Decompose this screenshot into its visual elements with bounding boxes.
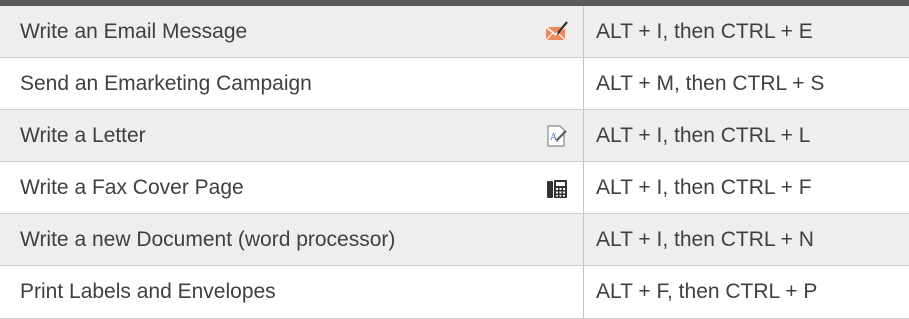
action-label: Send an Emarketing Campaign	[20, 71, 312, 95]
action-cell: Write a new Document (word processor)	[0, 214, 584, 265]
shortcut-label: ALT + I, then CTRL + F	[596, 175, 812, 199]
action-label: Write a Fax Cover Page	[20, 175, 244, 199]
shortcut-cell: ALT + I, then CTRL + E	[584, 6, 909, 57]
fax-icon	[545, 176, 569, 200]
action-label: Write a Letter	[20, 123, 146, 147]
shortcut-label: ALT + F, then CTRL + P	[596, 280, 818, 303]
table-row: Print Labels and Envelopes ALT + F, then…	[0, 266, 909, 319]
table-row: Write a Letter A ALT + I, then CTRL + L	[0, 110, 909, 162]
action-label: Print Labels and Envelopes	[20, 280, 276, 303]
table-row: Send an Emarketing Campaign ALT + M, the…	[0, 58, 909, 110]
letter-icon: A	[545, 124, 569, 148]
action-cell: Write an Email Message	[0, 6, 584, 57]
table-row: Write a Fax Cover Page ALT + I, then CTR…	[0, 162, 909, 214]
shortcut-cell: ALT + I, then CTRL + N	[584, 214, 909, 265]
shortcut-table: Write an Email Message ALT + I, then CTR…	[0, 0, 909, 319]
action-label: Write a new Document (word processor)	[20, 227, 396, 251]
shortcut-label: ALT + I, then CTRL + E	[596, 19, 813, 43]
shortcut-label: ALT + M, then CTRL + S	[596, 71, 825, 95]
email-icon	[545, 20, 569, 44]
shortcut-label: ALT + I, then CTRL + L	[596, 123, 811, 147]
shortcut-cell: ALT + M, then CTRL + S	[584, 58, 909, 109]
action-cell: Write a Fax Cover Page	[0, 162, 584, 213]
shortcut-cell: ALT + I, then CTRL + F	[584, 162, 909, 213]
action-label: Write an Email Message	[20, 19, 248, 43]
table-row: Write an Email Message ALT + I, then CTR…	[0, 6, 909, 58]
action-cell: Print Labels and Envelopes	[0, 266, 584, 318]
table-row: Write a new Document (word processor) AL…	[0, 214, 909, 266]
shortcut-cell: ALT + F, then CTRL + P	[584, 266, 909, 318]
shortcut-label: ALT + I, then CTRL + N	[596, 227, 814, 251]
action-cell: Send an Emarketing Campaign	[0, 58, 584, 109]
shortcut-cell: ALT + I, then CTRL + L	[584, 110, 909, 161]
action-cell: Write a Letter A	[0, 110, 584, 161]
